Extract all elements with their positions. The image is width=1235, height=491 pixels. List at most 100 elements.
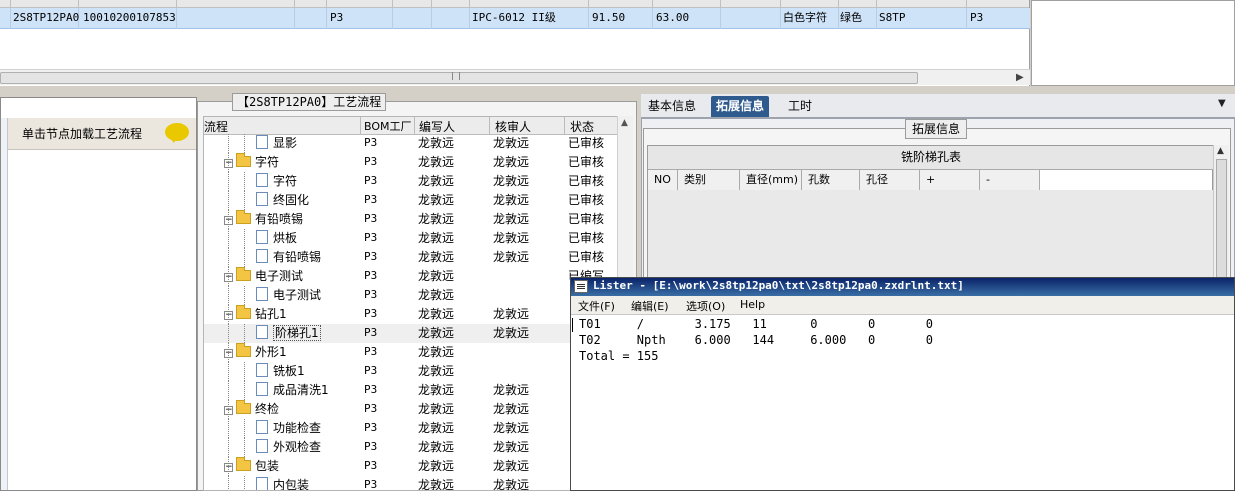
tree-cell-writer: 龙敦远 bbox=[418, 326, 455, 340]
text-caret bbox=[572, 318, 573, 332]
tree-connector bbox=[228, 172, 229, 191]
tree-connector bbox=[244, 476, 245, 490]
tree-node-label: 终检 bbox=[255, 402, 280, 416]
tree-group-row[interactable]: − 包装 P3 龙敦远 龙敦远 bbox=[204, 457, 618, 476]
process-title: 【2S8TP12PA0】工艺流程 bbox=[232, 93, 387, 111]
tree-step-row[interactable]: 外观检查 P3 龙敦远 龙敦远 bbox=[204, 438, 618, 457]
lister-titlebar[interactable]: Lister - [E:\work\2s8tp12pa0\txt\2s8tp12… bbox=[571, 278, 1234, 296]
folder-icon bbox=[236, 400, 251, 414]
speech-bubble-icon bbox=[165, 123, 189, 143]
tree-cell-reviewer: 龙敦远 bbox=[493, 136, 530, 150]
document-icon bbox=[256, 249, 268, 263]
tree-group-row[interactable]: − 电子测试 P3 龙敦远 已编写 bbox=[204, 267, 618, 286]
orders-grid-row-selected[interactable]: 2S8TP12PA0 10010200107853 P3 IPC-6012 II… bbox=[0, 8, 1030, 29]
tree-step-row[interactable]: 内包装 P3 龙敦远 龙敦远 bbox=[204, 476, 618, 491]
tree-step-row[interactable]: 阶梯孔1 P3 龙敦远 龙敦远 bbox=[204, 324, 618, 343]
tree-cell-reviewer: 龙敦远 bbox=[493, 459, 530, 473]
process-grid-header: 流程 BOM工厂 编写人 核审人 状态 bbox=[204, 117, 632, 135]
tree-node-label: 铣板1 bbox=[273, 364, 305, 378]
col-header-minus[interactable]: - bbox=[980, 170, 1040, 190]
tree-step-row[interactable]: 铣板1 P3 龙敦远 bbox=[204, 362, 618, 381]
tree-cell-bom: P3 bbox=[364, 383, 378, 396]
process-tree-grid: 流程 BOM工厂 编写人 核审人 状态 显影 P3 龙敦远 龙敦远 已审核 − 字符 P3 龙敦… bbox=[203, 116, 633, 491]
tree-step-row[interactable]: 显影 P3 龙敦远 龙敦远 已审核 bbox=[204, 134, 618, 153]
folder-icon bbox=[236, 305, 251, 319]
menu-options[interactable]: 选项(O) bbox=[686, 298, 725, 314]
folder-icon bbox=[236, 343, 251, 357]
document-icon bbox=[256, 230, 268, 244]
tree-step-row[interactable]: 电子测试 P3 龙敦远 bbox=[204, 286, 618, 305]
menu-edit[interactable]: 编辑(E) bbox=[631, 298, 669, 314]
col-header-no[interactable]: NO bbox=[648, 170, 678, 190]
tree-cell-status: 已审核 bbox=[568, 250, 605, 264]
chevron-down-icon[interactable]: ▼ bbox=[1218, 98, 1226, 109]
tree-step-row[interactable]: 功能检查 P3 龙敦远 龙敦远 bbox=[204, 419, 618, 438]
arrow-right-icon[interactable]: ▶ bbox=[1016, 72, 1024, 83]
arrow-up-icon[interactable]: ▲ bbox=[1217, 146, 1224, 156]
tree-group-row[interactable]: − 外形1 P3 龙敦远 bbox=[204, 343, 618, 362]
lister-content[interactable]: T01 / 3.175 11 0 0 0 T02 Npth 6.000 144 … bbox=[579, 316, 1219, 486]
lister-line: T01 / 3.175 11 0 0 0 bbox=[579, 317, 934, 331]
tree-node-label: 终固化 bbox=[273, 193, 310, 207]
menu-help[interactable]: Help bbox=[740, 298, 765, 311]
tree-cell-bom: P3 bbox=[364, 288, 378, 301]
tree-cell-bom: P3 bbox=[364, 307, 378, 320]
col-header-bom[interactable]: BOM工厂 bbox=[364, 118, 412, 134]
tree-cell-bom: P3 bbox=[364, 459, 378, 472]
tree-node-label: 阶梯孔1 bbox=[273, 325, 321, 341]
col-header-plus[interactable]: + bbox=[920, 170, 980, 190]
col-header-status[interactable]: 状态 bbox=[570, 118, 594, 135]
tree-connector bbox=[228, 476, 229, 490]
orders-grid-hscrollbar[interactable]: ▶ bbox=[0, 69, 1030, 85]
tree-cell-reviewer: 龙敦远 bbox=[493, 383, 530, 397]
col-header-hole-count[interactable]: 孔数 bbox=[802, 170, 860, 190]
col-header-reviewer[interactable]: 核审人 bbox=[495, 118, 531, 135]
tree-connector bbox=[244, 362, 245, 381]
tree-cell-reviewer: 龙敦远 bbox=[493, 193, 530, 207]
detail-tabs: 基本信息 拓展信息 工时 bbox=[641, 94, 1235, 118]
tree-step-row[interactable]: 烘板 P3 龙敦远 龙敦远 已审核 bbox=[204, 229, 618, 248]
tree-cell-reviewer: 龙敦远 bbox=[493, 440, 530, 454]
detail-vscroll-thumb[interactable] bbox=[1216, 159, 1227, 279]
tree-node-label: 字符 bbox=[255, 155, 280, 169]
tree-cell-writer: 龙敦远 bbox=[418, 440, 455, 454]
tree-step-row[interactable]: 终固化 P3 龙敦远 龙敦远 已审核 bbox=[204, 191, 618, 210]
tree-cell-writer: 龙敦远 bbox=[418, 269, 455, 283]
lister-window: Lister - [E:\work\2s8tp12pa0\txt\2s8tp12… bbox=[570, 277, 1235, 491]
folder-icon bbox=[236, 153, 251, 167]
document-icon bbox=[256, 363, 268, 377]
tree-step-row[interactable]: 有铅喷锡 P3 龙敦远 龙敦远 已审核 bbox=[204, 248, 618, 267]
lister-title: Lister - [E:\work\2s8tp12pa0\txt\2s8tp12… bbox=[593, 279, 964, 292]
tab-extended-info[interactable]: 拓展信息 bbox=[711, 96, 770, 117]
cell-mask-color: 绿色 bbox=[840, 11, 862, 24]
tree-group-row[interactable]: − 字符 P3 龙敦远 龙敦远 已审核 bbox=[204, 153, 618, 172]
tree-cell-reviewer: 龙敦远 bbox=[493, 478, 530, 491]
arrow-up-icon[interactable]: ▲ bbox=[621, 118, 628, 128]
col-header-diameter[interactable]: 直径(mm) bbox=[740, 170, 802, 190]
top-right-panel bbox=[1031, 0, 1235, 86]
menu-file[interactable]: 文件(F) bbox=[578, 298, 615, 314]
tree-group-row[interactable]: − 终检 P3 龙敦远 龙敦远 bbox=[204, 400, 618, 419]
col-header-flow[interactable]: 流程 bbox=[204, 118, 228, 135]
tree-cell-reviewer: 龙敦远 bbox=[493, 155, 530, 169]
tree-cell-bom: P3 bbox=[364, 402, 378, 415]
tree-node-label: 字符 bbox=[273, 174, 298, 188]
extended-info-title: 拓展信息 bbox=[905, 119, 968, 139]
tree-group-row[interactable]: − 有铅喷锡 P3 龙敦远 龙敦远 已审核 bbox=[204, 210, 618, 229]
document-icon bbox=[256, 420, 268, 434]
tree-step-row[interactable]: 字符 P3 龙敦远 龙敦远 已审核 bbox=[204, 172, 618, 191]
cell-char-color: 白色字符 bbox=[783, 11, 827, 24]
tab-basic-info[interactable]: 基本信息 bbox=[643, 96, 701, 117]
tree-cell-bom: P3 bbox=[364, 440, 378, 453]
tree-cell-bom: P3 bbox=[364, 136, 378, 149]
col-header-category[interactable]: 类别 bbox=[678, 170, 740, 190]
col-header-writer[interactable]: 编写人 bbox=[419, 118, 455, 135]
tree-step-row[interactable]: 成品清洗1 P3 龙敦远 龙敦远 bbox=[204, 381, 618, 400]
tree-node-label: 电子测试 bbox=[255, 269, 304, 283]
col-header-hole-size[interactable]: 孔径 bbox=[860, 170, 920, 190]
tab-work-hours[interactable]: 工时 bbox=[783, 96, 817, 117]
tree-cell-bom: P3 bbox=[364, 421, 378, 434]
tree-group-row[interactable]: − 钻孔1 P3 龙敦远 龙敦远 bbox=[204, 305, 618, 324]
lister-app-icon[interactable] bbox=[574, 280, 588, 293]
tree-cell-reviewer: 龙敦远 bbox=[493, 212, 530, 226]
